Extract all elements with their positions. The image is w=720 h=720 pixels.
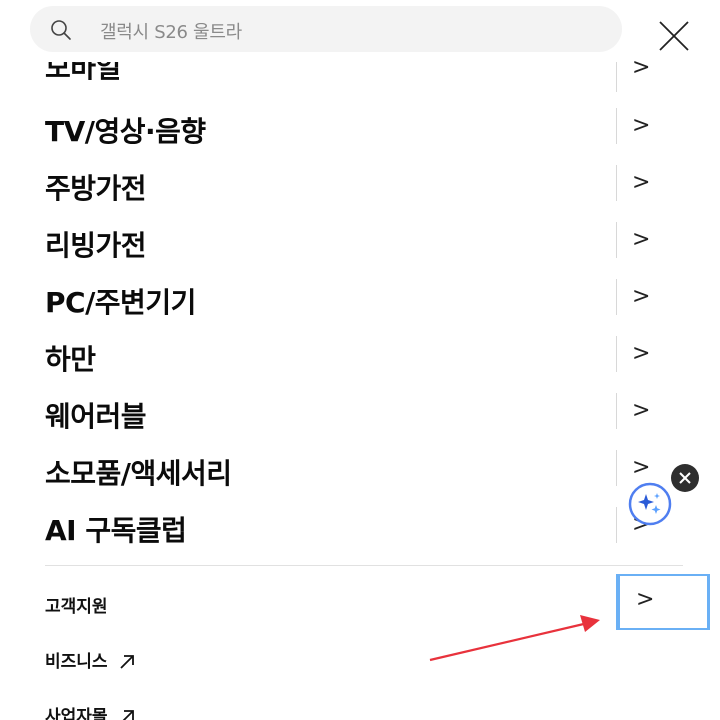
chevron-right-icon[interactable]: >: [632, 165, 652, 201]
link-label: 비즈니스: [45, 652, 108, 672]
category-row-pc[interactable]: PC/주변기기 >: [0, 271, 720, 328]
category-row-accessories[interactable]: 소모품/액세서리 >: [0, 442, 720, 499]
category-row-harman[interactable]: 하만 >: [0, 328, 720, 385]
sparkle-icon[interactable]: [626, 480, 674, 528]
category-row-kitchen[interactable]: 주방가전 >: [0, 157, 720, 214]
divider-line: [616, 62, 617, 92]
divider-line: [616, 108, 617, 144]
divider-line: [616, 279, 617, 315]
category-label: 주방가전: [45, 172, 147, 205]
divider-line: [616, 222, 617, 258]
search-icon: [51, 20, 71, 40]
category-row-living[interactable]: 리빙가전 >: [0, 214, 720, 271]
category-label: 리빙가전: [45, 229, 147, 262]
external-link-icon: [122, 710, 134, 720]
divider-line: [616, 450, 617, 486]
chevron-right-icon[interactable]: >: [632, 222, 652, 258]
divider-line: [616, 165, 617, 201]
chevron-right-icon[interactable]: >: [632, 50, 652, 86]
search-input[interactable]: 갤럭시 S26 울트라: [100, 18, 242, 44]
business-link[interactable]: 비즈니스: [45, 647, 136, 672]
divider-line: [616, 393, 617, 429]
category-label: 소모품/액세서리: [45, 457, 232, 490]
category-label: 웨어러블: [45, 400, 147, 433]
chevron-right-icon[interactable]: >: [632, 279, 652, 315]
section-divider: [45, 565, 683, 566]
support-link[interactable]: 고객지원: [45, 592, 108, 617]
chevron-right-icon: >: [636, 587, 655, 612]
divider-line: [616, 507, 617, 543]
category-row-wearable[interactable]: 웨어러블 >: [0, 385, 720, 442]
category-row-ai-club[interactable]: AI 구독클럽 >: [0, 499, 720, 556]
mobile-menu-page: 갤럭시 S26 울트라 모바일 > TV/영상·음향 > 주방가전 > 리빙가전…: [0, 0, 720, 720]
chevron-right-icon[interactable]: >: [632, 108, 652, 144]
close-icon[interactable]: [669, 462, 701, 494]
category-label: TV/영상·음향: [45, 115, 206, 148]
b2b-mall-link[interactable]: 사업자몰: [45, 702, 136, 720]
divider-line: [616, 336, 617, 372]
category-row-mobile[interactable]: 모바일 >: [0, 46, 720, 103]
chevron-right-icon[interactable]: >: [632, 336, 652, 372]
support-expand-button[interactable]: >: [616, 574, 710, 630]
category-label: PC/주변기기: [45, 286, 196, 319]
link-label: 사업자몰: [45, 707, 108, 720]
category-label: 하만: [45, 343, 96, 376]
category-label: AI 구독클럽: [45, 514, 187, 547]
chevron-right-icon[interactable]: >: [632, 393, 652, 429]
category-label: 모바일: [45, 51, 121, 84]
external-link-icon: [119, 655, 134, 669]
category-row-tv[interactable]: TV/영상·음향 >: [0, 100, 720, 157]
